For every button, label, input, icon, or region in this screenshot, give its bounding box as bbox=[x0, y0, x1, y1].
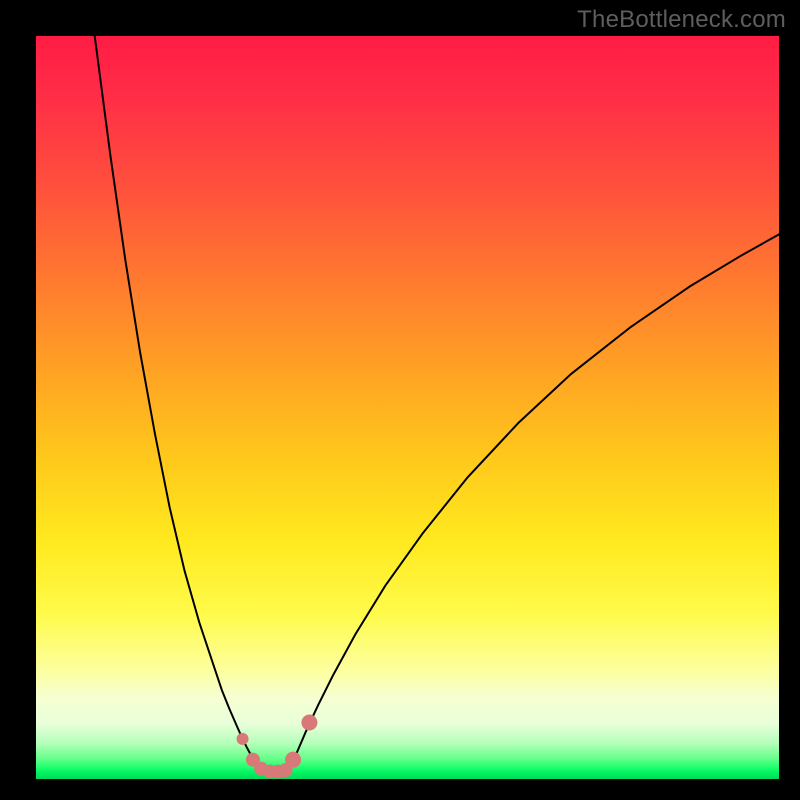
chart-plot-area bbox=[36, 36, 779, 779]
chart-svg bbox=[36, 36, 779, 779]
data-marker bbox=[285, 752, 301, 768]
data-markers-group bbox=[237, 715, 318, 779]
data-marker bbox=[237, 733, 249, 745]
watermark-text: TheBottleneck.com bbox=[577, 6, 786, 34]
curve-left-branch bbox=[95, 36, 259, 767]
chart-stage: TheBottleneck.com bbox=[0, 0, 800, 800]
data-marker bbox=[301, 715, 317, 731]
curve-right-branch bbox=[290, 234, 779, 767]
